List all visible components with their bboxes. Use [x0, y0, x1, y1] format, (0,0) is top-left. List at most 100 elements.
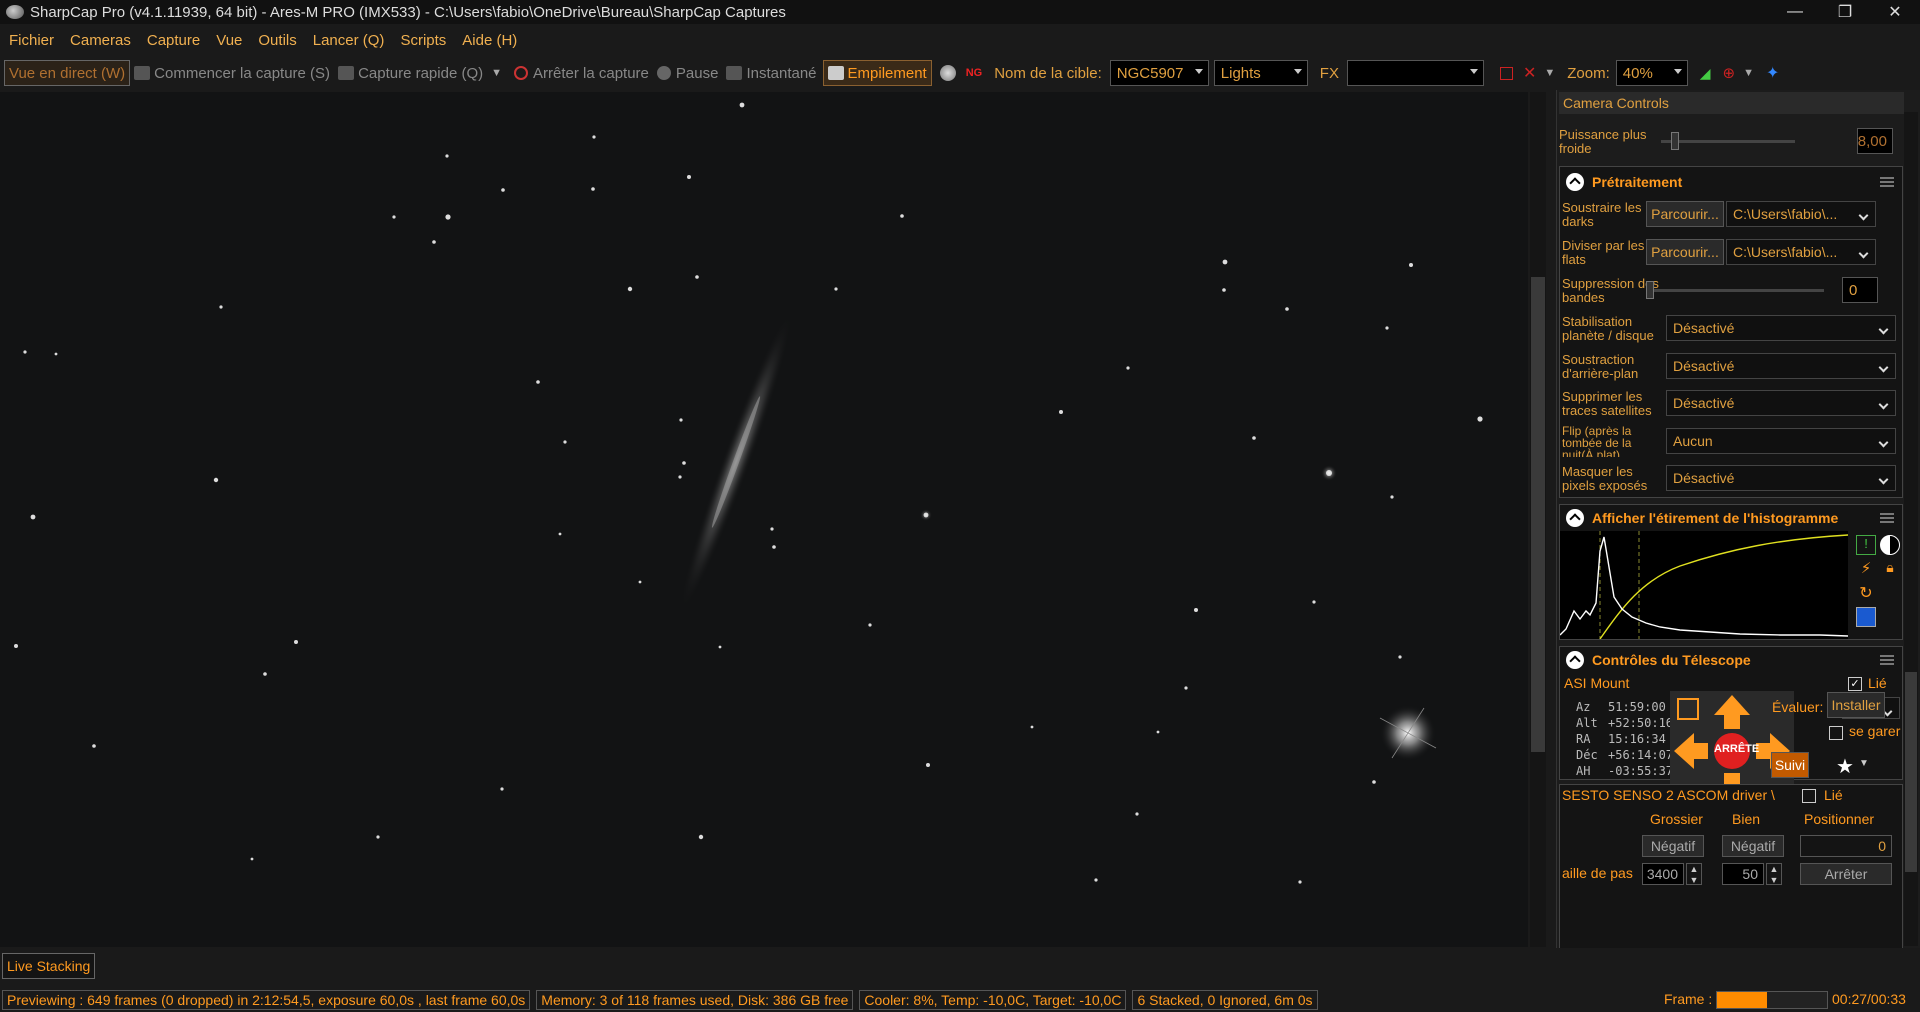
menu-scripts[interactable]: Scripts — [400, 32, 446, 49]
pause-button[interactable]: Pause — [656, 60, 719, 86]
collapse-icon[interactable] — [1566, 651, 1584, 669]
chevron-down-icon[interactable]: ▼ — [1859, 758, 1869, 769]
histogram-header[interactable]: Afficher l'étirement de l'histogramme — [1560, 505, 1902, 531]
panel-title-label: Camera Controls — [1563, 95, 1669, 111]
close-button[interactable]: ✕ — [1872, 0, 1918, 24]
pause-label: Pause — [675, 64, 719, 82]
focuser-linked-checkbox[interactable] — [1802, 789, 1816, 803]
chevron-down-icon[interactable]: ▼ — [1544, 60, 1555, 86]
park-checkbox[interactable] — [1829, 726, 1843, 740]
favourite-star-icon[interactable]: ★ — [1833, 754, 1857, 778]
cooler-power-label: Puissance plus froide — [1559, 127, 1647, 156]
stop-capture-button[interactable]: Arrêter la capture — [514, 60, 649, 86]
target-name-combo[interactable]: NGC5907 — [1109, 60, 1209, 86]
quick-capture-dropdown-icon[interactable]: ▼ — [491, 60, 502, 86]
focuser-stop-button[interactable]: Arrêter — [1800, 863, 1892, 885]
panel-scrollbar[interactable] — [1904, 112, 1918, 946]
reset-icon[interactable]: ↻ — [1856, 583, 1876, 603]
panel-title: Camera Controls — [1559, 92, 1904, 114]
satellite-select[interactable]: Désactivé — [1666, 390, 1896, 416]
flip-select[interactable]: Aucun — [1666, 428, 1896, 454]
flats-path-select[interactable]: C:\Users\fabio\... — [1726, 239, 1876, 265]
slider-knob[interactable] — [1646, 281, 1654, 299]
scrollbar-thumb[interactable] — [1531, 277, 1545, 752]
start-capture-button[interactable]: Commencer la capture (S) — [134, 60, 330, 86]
cooler-power-slider[interactable] — [1661, 128, 1795, 154]
snapshot-label: Instantané — [746, 64, 817, 82]
background-select[interactable]: Désactivé — [1666, 353, 1896, 379]
histogram-graph[interactable] — [1560, 531, 1848, 639]
coarse-step-input[interactable]: 3400 — [1642, 863, 1684, 885]
stop-slew-label[interactable]: ARRÊTE — [1714, 743, 1759, 755]
zoom-combo[interactable]: 40% — [1615, 60, 1688, 86]
fx-combo[interactable] — [1346, 60, 1484, 86]
zoom-tool-icon[interactable]: ⊕ — [1723, 60, 1736, 86]
telescope-header[interactable]: Contrôles du Télescope — [1560, 647, 1902, 673]
lightning-icon[interactable]: ⚡ — [1856, 559, 1876, 579]
install-button[interactable]: Installer — [1827, 692, 1885, 718]
mount-linked-checkbox[interactable]: ✓ — [1848, 677, 1862, 691]
histogram-icon[interactable]: ◢ — [1700, 60, 1711, 86]
menu-icon[interactable] — [1880, 655, 1894, 665]
az-value: 51:59:00 — [1608, 700, 1666, 714]
coarse-step-spinner[interactable]: ▲ ▼ — [1686, 863, 1702, 885]
lock-icon[interactable]: 🔒︎ — [1880, 559, 1900, 579]
mask-select[interactable]: Désactivé — [1666, 465, 1896, 491]
lens-icon[interactable] — [939, 60, 956, 86]
chevron-down-icon — [1673, 69, 1682, 74]
position-input[interactable]: 0 — [1800, 835, 1892, 857]
collapse-icon[interactable] — [1566, 509, 1584, 527]
flats-browse-button[interactable]: Parcourir... — [1646, 239, 1724, 265]
title-bar: SharpCap Pro (v4.1.11939, 64 bit) - Ares… — [0, 0, 1920, 24]
quick-capture-label: Capture rapide (Q) — [358, 64, 484, 82]
crosshair-off-icon[interactable]: ✕ — [1523, 60, 1536, 86]
panel-scrollbar-thumb[interactable] — [1905, 672, 1917, 872]
menu-cameras[interactable]: Cameras — [70, 32, 131, 49]
darks-browse-button[interactable]: Parcourir... — [1646, 201, 1724, 227]
target-name-value: NGC5907 — [1116, 64, 1184, 82]
collapse-icon[interactable] — [1566, 173, 1584, 191]
image-viewport[interactable] — [0, 92, 1528, 947]
stabilisation-select[interactable]: Désactivé — [1666, 315, 1896, 341]
pause-icon — [656, 66, 671, 80]
menu-lancer[interactable]: Lancer (Q) — [313, 32, 385, 49]
fine-label: Bien — [1732, 811, 1761, 827]
menu-icon[interactable] — [1880, 513, 1894, 523]
chevron-down-icon[interactable]: ▼ — [1743, 60, 1754, 86]
menu-vue[interactable]: Vue — [216, 32, 242, 49]
slider-knob[interactable] — [1671, 132, 1679, 150]
preprocessing-header[interactable]: Prétraitement — [1560, 167, 1902, 197]
viewport-scrollbar[interactable] — [1530, 92, 1546, 947]
coarse-negative-button[interactable]: Négatif — [1642, 835, 1704, 857]
no-guide-icon[interactable]: NG — [966, 60, 983, 86]
menu-aide[interactable]: Aide (H) — [462, 32, 517, 49]
banding-slider[interactable] — [1646, 277, 1824, 303]
roi-icon[interactable] — [1499, 60, 1513, 86]
focuser-linked-label: Lié — [1824, 787, 1843, 803]
save-icon[interactable] — [1856, 607, 1876, 627]
contrast-icon[interactable] — [1880, 535, 1900, 555]
menu-fichier[interactable]: Fichier — [9, 32, 54, 49]
auto-stretch-icon[interactable]: ! — [1856, 535, 1876, 555]
stacking-button[interactable]: Empilement — [822, 60, 932, 86]
fine-step-input[interactable]: 50 — [1722, 863, 1764, 885]
stack-status: 6 Stacked, 0 Ignored, 6m 0s — [1132, 990, 1318, 1010]
live-view-button[interactable]: Vue en direct (W) — [4, 60, 131, 86]
darks-path-select[interactable]: C:\Users\fabio\... — [1726, 201, 1876, 227]
fine-negative-button[interactable]: Négatif — [1722, 835, 1784, 857]
track-button[interactable]: Suivi — [1771, 752, 1809, 778]
cooler-status-text: Cooler: 8%, Temp: -10,0C, Target: -10,0C — [864, 992, 1122, 1008]
menu-icon[interactable] — [1880, 177, 1894, 187]
frame-type-combo[interactable]: Lights — [1213, 60, 1308, 86]
menu-capture[interactable]: Capture — [147, 32, 200, 49]
minimize-button[interactable]: — — [1772, 0, 1818, 24]
snapshot-button[interactable]: Instantané — [726, 60, 817, 86]
pin-icon[interactable]: ✦ — [1766, 60, 1779, 86]
live-stacking-tab-button[interactable]: Live Stacking — [2, 953, 96, 979]
restore-button[interactable]: ❐ — [1822, 0, 1868, 24]
banding-value[interactable]: 0 — [1842, 277, 1878, 303]
start-capture-label: Commencer la capture (S) — [154, 64, 331, 82]
menu-outils[interactable]: Outils — [258, 32, 296, 49]
fine-step-spinner[interactable]: ▲ ▼ — [1766, 863, 1782, 885]
quick-capture-button[interactable]: Capture rapide (Q) — [338, 60, 483, 86]
